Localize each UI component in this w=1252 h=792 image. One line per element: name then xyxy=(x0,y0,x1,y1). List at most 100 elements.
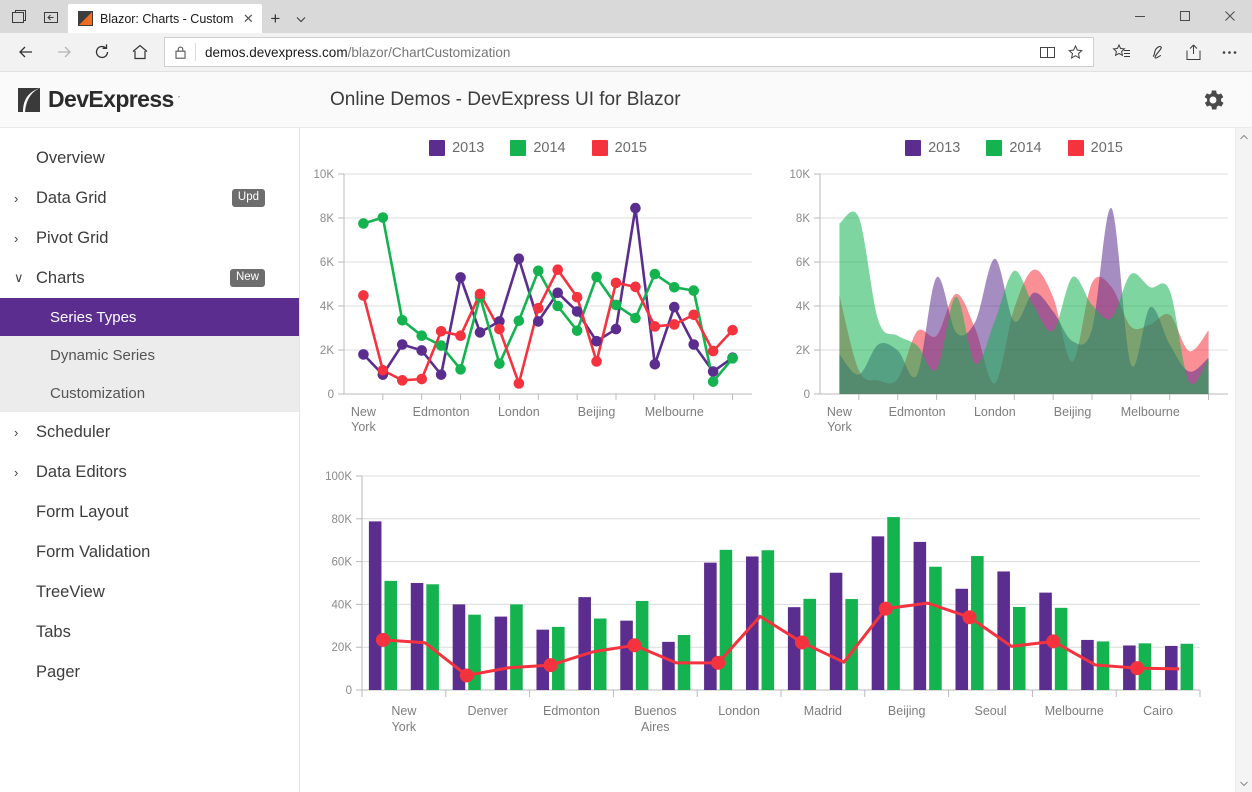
app-header: DevExpress ´ Online Demos - DevExpress U… xyxy=(0,72,1252,128)
sidebar-item-form-layout[interactable]: Form Layout xyxy=(0,492,299,532)
page-body: Overview › Data Grid Upd › Pivot Grid ∨ … xyxy=(0,128,1252,792)
svg-text:Edmonton: Edmonton xyxy=(413,405,470,419)
sidebar-item-label: TreeView xyxy=(36,582,105,601)
svg-text:80K: 80K xyxy=(332,514,353,526)
chart1-plot: 0 2K 4K 6K 8K 10K NewYork Edmonton London Beijing… xyxy=(314,169,752,434)
svg-text:Beijing: Beijing xyxy=(1054,405,1092,419)
devexpress-logo-text: DevExpress xyxy=(48,86,174,112)
svg-text:York: York xyxy=(392,720,417,734)
svg-text:8K: 8K xyxy=(796,213,810,225)
svg-text:10K: 10K xyxy=(314,169,335,181)
window-controls xyxy=(1117,0,1252,32)
tab-preview-icon[interactable] xyxy=(10,8,28,26)
sidebar-item-tabs[interactable]: Tabs xyxy=(0,612,299,652)
svg-text:York: York xyxy=(827,420,852,434)
page-scrollbar[interactable] xyxy=(1235,128,1252,792)
svg-text:New: New xyxy=(351,405,377,419)
svg-text:0: 0 xyxy=(804,389,810,401)
bar-chart-with-line[interactable]: 0 20K 40K 60K 80K 100K New York Denver Edmonton Bu… xyxy=(300,458,1252,758)
browser-tab[interactable]: Blazor: Charts - Custom ✕ xyxy=(68,4,263,33)
legend-item-2014[interactable]: 2014 xyxy=(986,140,1042,156)
legend-label: 2015 xyxy=(614,140,647,156)
favorites-hub-icon[interactable] xyxy=(1106,37,1136,67)
url-origin: demos.devexpress.com xyxy=(205,44,348,60)
devexpress-logo-icon xyxy=(16,86,44,114)
svg-text:London: London xyxy=(718,704,760,718)
new-tab-button[interactable]: + xyxy=(262,4,288,33)
svg-text:20K: 20K xyxy=(332,642,353,654)
gear-icon[interactable] xyxy=(1200,87,1226,113)
scroll-down-arrow[interactable] xyxy=(1236,775,1252,792)
address-bar-text[interactable]: demos.devexpress.com/blazor/ChartCustomi… xyxy=(205,45,1033,60)
window-close-button[interactable] xyxy=(1207,0,1252,32)
home-button[interactable] xyxy=(122,36,158,68)
favorite-star-icon[interactable] xyxy=(1061,38,1089,66)
legend-label: 2013 xyxy=(452,140,485,156)
more-icon[interactable] xyxy=(1214,37,1244,67)
sidebar-item-label: Form Layout xyxy=(36,502,129,521)
sidebar-item-scheduler[interactable]: › Scheduler xyxy=(0,412,299,452)
sidebar-item-data-grid[interactable]: › Data Grid Upd xyxy=(0,178,299,218)
chevron-right-icon: › xyxy=(14,190,19,206)
address-bar[interactable]: demos.devexpress.com/blazor/ChartCustomi… xyxy=(164,37,1094,67)
sidebar-item-label: Tabs xyxy=(36,622,71,641)
area-chart[interactable]: 2013 2014 2015 0 2K 4K 6K 8K 10K New York xyxy=(776,128,1252,458)
legend-item-2014[interactable]: 2014 xyxy=(510,140,566,156)
sidebar-item-label: Charts xyxy=(36,268,85,287)
svg-text:New: New xyxy=(391,704,417,718)
window-minimize-button[interactable] xyxy=(1117,0,1162,32)
sidebar-item-pivot-grid[interactable]: › Pivot Grid xyxy=(0,218,299,258)
forward-button[interactable] xyxy=(46,36,82,68)
devexpress-trademark: ´ xyxy=(177,94,181,105)
svg-text:10K: 10K xyxy=(790,169,811,181)
sidebar-item-charts[interactable]: ∨ Charts New xyxy=(0,258,299,298)
svg-text:60K: 60K xyxy=(332,557,353,569)
chevron-down-icon: ∨ xyxy=(14,270,24,285)
browser-titlebar: Blazor: Charts - Custom ✕ + xyxy=(0,0,1252,33)
sidebar-item-customization[interactable]: Customization xyxy=(0,374,299,412)
legend-swatch xyxy=(905,140,922,156)
chevron-down-icon[interactable] xyxy=(288,4,314,33)
sidebar-item-label: Data Editors xyxy=(36,462,127,481)
legend-label: 2014 xyxy=(1009,140,1042,156)
scatter-line-chart[interactable]: 2013 2014 2015 0 2K 4K 6K 8K 10K New York xyxy=(300,128,776,458)
legend-item-2015[interactable]: 2015 xyxy=(1067,140,1123,156)
tab-close-icon[interactable]: ✕ xyxy=(240,11,256,27)
sidebar-item-data-editors[interactable]: › Data Editors xyxy=(0,452,299,492)
legend-item-2013[interactable]: 2013 xyxy=(905,140,960,156)
svg-text:London: London xyxy=(498,405,540,419)
svg-text:Melbourne: Melbourne xyxy=(645,405,704,419)
sidebar-item-label: Data Grid xyxy=(36,188,107,207)
share-icon[interactable] xyxy=(1178,37,1208,67)
chart1-legend: 2013 2014 2015 xyxy=(300,128,776,156)
sidebar-item-form-validation[interactable]: Form Validation xyxy=(0,532,299,572)
refresh-button[interactable] xyxy=(84,36,120,68)
legend-item-2015[interactable]: 2015 xyxy=(591,140,647,156)
legend-item-2013[interactable]: 2013 xyxy=(429,140,484,156)
devexpress-logo[interactable]: DevExpress ´ xyxy=(0,86,181,114)
chevron-right-icon: › xyxy=(14,464,19,480)
chevron-right-icon: › xyxy=(14,230,19,246)
back-button[interactable] xyxy=(8,36,44,68)
sidebar-item-label: Scheduler xyxy=(36,422,111,441)
web-notes-icon[interactable] xyxy=(1142,37,1172,67)
window-maximize-button[interactable] xyxy=(1162,0,1207,32)
reading-view-icon[interactable] xyxy=(1033,38,1061,66)
set-tabs-aside-icon[interactable] xyxy=(42,8,60,26)
sidebar-item-pager[interactable]: Pager xyxy=(0,652,299,692)
sidebar-subitem-label: Customization xyxy=(50,384,146,402)
page-title: Online Demos - DevExpress UI for Blazor xyxy=(330,88,681,110)
sidebar-item-treeview[interactable]: TreeView xyxy=(0,572,299,612)
sidebar-submenu-charts: Series Types Dynamic Series Customizatio… xyxy=(0,298,299,412)
sidebar-item-dynamic-series[interactable]: Dynamic Series xyxy=(0,336,299,374)
legend-label: 2014 xyxy=(533,140,566,156)
scroll-up-arrow[interactable] xyxy=(1236,128,1252,145)
url-path: /blazor/ChartCustomization xyxy=(347,44,511,60)
svg-text:Aires: Aires xyxy=(641,720,669,734)
svg-text:0: 0 xyxy=(346,685,352,697)
sidebar-item-series-types[interactable]: Series Types xyxy=(0,298,299,336)
sidebar-item-label: Overview xyxy=(36,148,105,167)
svg-text:4K: 4K xyxy=(320,301,334,313)
sidebar-item-overview[interactable]: Overview xyxy=(0,138,299,178)
svg-text:0: 0 xyxy=(328,389,334,401)
